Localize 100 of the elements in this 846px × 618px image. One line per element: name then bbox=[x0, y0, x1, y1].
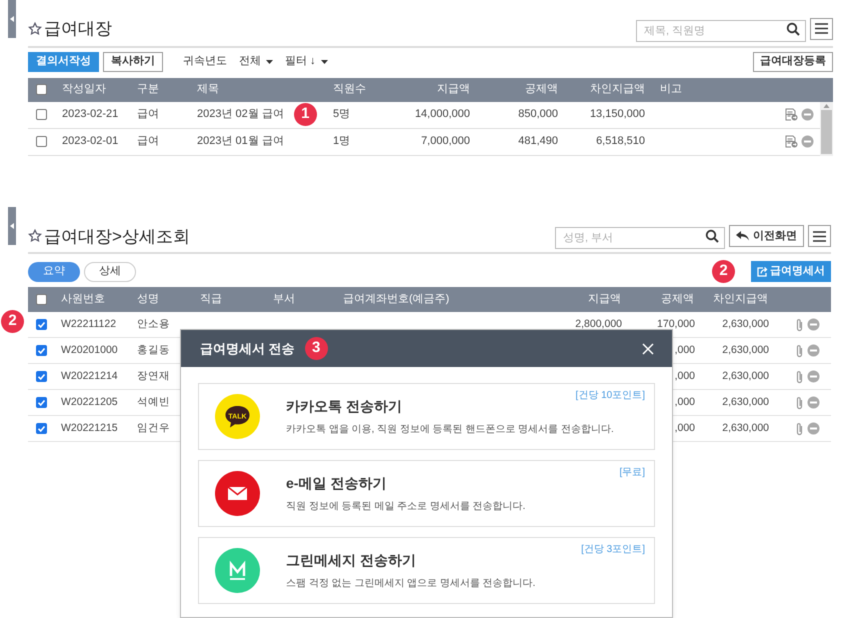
paperclip-icon bbox=[795, 318, 804, 332]
table-cell-text: ,000 bbox=[674, 368, 695, 384]
option-title: e-메일 전송하기 bbox=[286, 474, 388, 493]
table-cell-text: 2,630,000 bbox=[722, 420, 769, 436]
column-header: 차인지급액 bbox=[712, 292, 769, 308]
column-header: 제목 bbox=[196, 82, 220, 98]
number-badge: 2 bbox=[712, 260, 735, 283]
table-cell-text: 5명 bbox=[332, 107, 352, 122]
send-option[interactable]: [무료] e-메일 전송하기 직원 정보에 등록된 메일 주소로 명세서를 전송합니다. bbox=[198, 460, 655, 527]
table-cell-text: 850,000 bbox=[517, 107, 559, 122]
view-tab[interactable]: 상세 bbox=[84, 262, 136, 282]
letter-m-icon bbox=[215, 548, 260, 593]
remove-icon bbox=[807, 396, 820, 409]
checkbox[interactable] bbox=[36, 136, 46, 147]
menu-button[interactable] bbox=[808, 225, 831, 248]
send-option[interactable]: [건당 3포인트] 그린메세지 전송하기 스팸 걱정 없는 그린메세지 앱으로 명세서를 전송합니다. bbox=[198, 537, 655, 604]
checkbox[interactable] bbox=[36, 109, 46, 120]
remove-icon bbox=[807, 422, 820, 435]
search-field[interactable]: 제목, 직원명 bbox=[636, 20, 806, 42]
table-cell-text: W20221215 bbox=[60, 420, 119, 436]
checkbox[interactable] bbox=[36, 345, 46, 356]
table-cell-text: 2023-02-21 bbox=[61, 107, 120, 122]
option-description: 스팸 걱정 없는 그린메세지 앱으로 명세서를 전송합니다. bbox=[286, 577, 536, 591]
table-cell-text: 2023년 01월 급여 bbox=[196, 134, 285, 150]
checkbox[interactable] bbox=[36, 294, 46, 305]
paperclip-icon bbox=[795, 344, 804, 358]
envelope-icon bbox=[215, 471, 260, 516]
table-cell-text: 2,800,000 bbox=[575, 316, 622, 332]
filter-dropdown[interactable]: 필터 ↓ bbox=[285, 53, 328, 70]
table-cell-text: 170,000 bbox=[657, 316, 695, 332]
remove-icon bbox=[801, 108, 814, 121]
paperclip-icon bbox=[795, 370, 804, 384]
price-label: [무료] bbox=[619, 466, 645, 480]
filter-dropdown[interactable]: 전체 bbox=[239, 53, 273, 70]
table-cell-text: 14,000,000 bbox=[414, 107, 471, 122]
caret-icon bbox=[266, 60, 273, 64]
table-cell-text: 13,150,000 bbox=[588, 107, 646, 122]
column-header: 사원번호 bbox=[60, 292, 106, 308]
toolbar-button[interactable]: 복사하기 bbox=[103, 52, 163, 72]
table-cell-text: W20201000 bbox=[60, 342, 119, 358]
table-cell-text: ,000 bbox=[674, 394, 695, 410]
table-cell-text: 7,000,000 bbox=[420, 134, 471, 150]
column-header: 비고 bbox=[659, 82, 683, 98]
column-header: 차인지급액 bbox=[589, 82, 646, 98]
number-badge: 3 bbox=[304, 337, 328, 360]
back-button[interactable]: 이전화면 bbox=[729, 225, 804, 248]
table-cell-text: 홍길동 bbox=[136, 342, 171, 358]
share-icon bbox=[757, 266, 768, 276]
table-cell-text: ,000 bbox=[674, 342, 695, 358]
document-arrow-icon bbox=[785, 135, 798, 148]
column-header: 작성일자 bbox=[61, 82, 107, 98]
remove-icon bbox=[801, 135, 814, 148]
table-cell-text: 임건우 bbox=[136, 420, 171, 436]
page-title: 급여대장>상세조회 bbox=[44, 226, 190, 248]
search-field[interactable]: 성명, 부서 bbox=[555, 227, 725, 250]
search-icon bbox=[705, 229, 719, 244]
checkbox[interactable] bbox=[36, 371, 46, 382]
remove-icon bbox=[807, 318, 820, 331]
column-header: 구분 bbox=[136, 82, 160, 98]
page-title: 급여대장 bbox=[44, 18, 112, 40]
table-cell-text: 급여 bbox=[136, 134, 160, 150]
paperclip-icon bbox=[795, 396, 804, 410]
column-header: 공제액 bbox=[524, 82, 559, 98]
menu-button[interactable] bbox=[810, 18, 833, 40]
table-cell-text: 6,518,510 bbox=[595, 134, 646, 150]
menu-icon bbox=[813, 230, 826, 242]
column-header: 공제액 bbox=[660, 292, 695, 308]
column-header: 직원수 bbox=[332, 82, 367, 98]
paperclip-icon bbox=[795, 422, 804, 436]
option-description: 직원 정보에 등록된 메일 주소로 명세서를 전송합니다. bbox=[286, 500, 526, 514]
star-icon bbox=[28, 22, 42, 36]
table-cell-text: 장연재 bbox=[136, 368, 171, 384]
table-cell-text: 2,630,000 bbox=[722, 316, 769, 332]
caret-icon bbox=[10, 222, 14, 228]
register-button[interactable]: 급여대장등록 bbox=[753, 52, 833, 72]
menu-icon bbox=[815, 23, 828, 34]
checkbox[interactable] bbox=[36, 319, 46, 330]
table-cell-text: 2,630,000 bbox=[722, 342, 769, 358]
table-cell-text: 석예빈 bbox=[136, 394, 171, 410]
table-cell-text: ,000 bbox=[674, 420, 695, 436]
scrollbar-thumb[interactable] bbox=[821, 110, 832, 154]
table-cell-text: 1명 bbox=[332, 134, 352, 150]
number-badge: 2 bbox=[1, 310, 24, 333]
table-cell-text: 안소용 bbox=[136, 316, 171, 332]
sidebar-toggle[interactable] bbox=[8, 0, 16, 38]
option-title: 그린메세지 전송하기 bbox=[286, 551, 417, 570]
checkbox[interactable] bbox=[36, 397, 46, 408]
column-header: 성명 bbox=[136, 292, 160, 308]
checkbox[interactable] bbox=[36, 423, 46, 434]
sidebar-toggle[interactable] bbox=[8, 206, 16, 244]
table-cell-text: 2023년 02월 급여 bbox=[197, 107, 284, 122]
dialog-title: 급여명세서 전송 bbox=[200, 340, 295, 358]
checkbox[interactable] bbox=[36, 84, 46, 95]
column-header: 지급액 bbox=[436, 82, 471, 98]
remove-icon bbox=[807, 370, 820, 383]
number-badge: 1 bbox=[294, 103, 317, 126]
table-cell-text: 2,630,000 bbox=[722, 394, 769, 410]
scrollbar[interactable] bbox=[820, 102, 833, 156]
close-button[interactable] bbox=[642, 342, 656, 356]
column-header: 직급 bbox=[199, 292, 223, 308]
